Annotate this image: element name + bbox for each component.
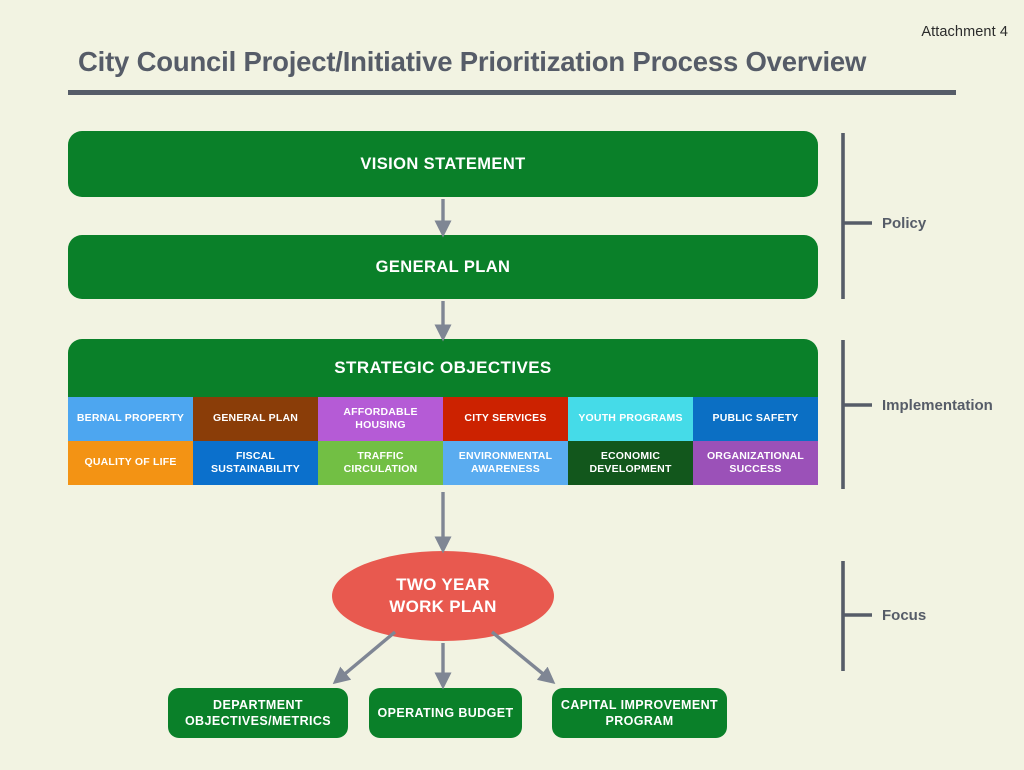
work-plan-line-2: WORK PLAN [389, 597, 497, 616]
objective-tile-youth-programs[interactable]: YOUTH PROGRAMS [568, 397, 693, 441]
cip-line-2: PROGRAM [605, 714, 674, 728]
title-divider [68, 90, 956, 95]
objective-tile-economic-development[interactable]: ECONOMIC DEVELOPMENT [568, 441, 693, 485]
bracket-focus [841, 561, 872, 671]
operating-budget-box[interactable]: OPERATING BUDGET [369, 688, 522, 738]
diagram-canvas: Attachment 4 City Council Project/Initia… [0, 0, 1024, 770]
objective-tile-bernal-property[interactable]: BERNAL PROPERTY [68, 397, 193, 441]
objective-tile-organizational-success[interactable]: ORGANIZATIONAL SUCCESS [693, 441, 818, 485]
phase-label-policy: Policy [882, 215, 927, 232]
bracket-policy [841, 133, 872, 299]
arrow-work-plan-to-department-objectives [332, 630, 397, 685]
objective-tile-traffic-circulation[interactable]: TRAFFIC CIRCULATION [318, 441, 443, 485]
bracket-implementation [841, 340, 872, 489]
objective-tile-general-plan[interactable]: GENERAL PLAN [193, 397, 318, 441]
objective-tile-public-safety[interactable]: PUBLIC SAFETY [693, 397, 818, 441]
capital-improvement-program-box[interactable]: CAPITAL IMPROVEMENT PROGRAM [552, 688, 727, 738]
general-plan-box[interactable]: GENERAL PLAN [68, 235, 818, 299]
objective-tile-affordable-housing[interactable]: AFFORDABLE HOUSING [318, 397, 443, 441]
objective-tile-quality-of-life[interactable]: QUALITY OF LIFE [68, 441, 193, 485]
strategic-objectives-grid: BERNAL PROPERTY GENERAL PLAN AFFORDABLE … [68, 397, 818, 485]
objective-tile-environmental-awareness[interactable]: ENVIRONMENTAL AWARENESS [443, 441, 568, 485]
vision-statement-box[interactable]: VISION STATEMENT [68, 131, 818, 197]
objective-tile-fiscal-sustainability[interactable]: FISCAL SUSTAINABILITY [193, 441, 318, 485]
department-objectives-metrics-box[interactable]: DEPARTMENT OBJECTIVES/METRICS [168, 688, 348, 738]
work-plan-line-1: TWO YEAR [396, 574, 490, 594]
strategic-objectives-header[interactable]: STRATEGIC OBJECTIVES [68, 339, 818, 397]
operating-budget-line-1: OPERATING BUDGET [377, 705, 514, 720]
phase-label-focus: Focus [882, 607, 927, 624]
strategic-objectives-group: STRATEGIC OBJECTIVES BERNAL PROPERTY GEN… [68, 339, 818, 488]
phase-label-implementation: Implementation [882, 397, 993, 414]
cip-line-1: CAPITAL IMPROVEMENT [560, 697, 719, 712]
dept-metrics-line-1: DEPARTMENT [213, 697, 303, 712]
page-title: City Council Project/Initiative Prioriti… [78, 46, 867, 77]
objective-tile-city-services[interactable]: CITY SERVICES [443, 397, 568, 441]
two-year-work-plan-ellipse[interactable]: TWO YEAR WORK PLAN [332, 551, 554, 641]
attachment-label: Attachment 4 [921, 24, 1008, 40]
dept-metrics-line-2: OBJECTIVES/METRICS [184, 714, 332, 728]
arrow-work-plan-to-capital-improvement [490, 630, 556, 685]
